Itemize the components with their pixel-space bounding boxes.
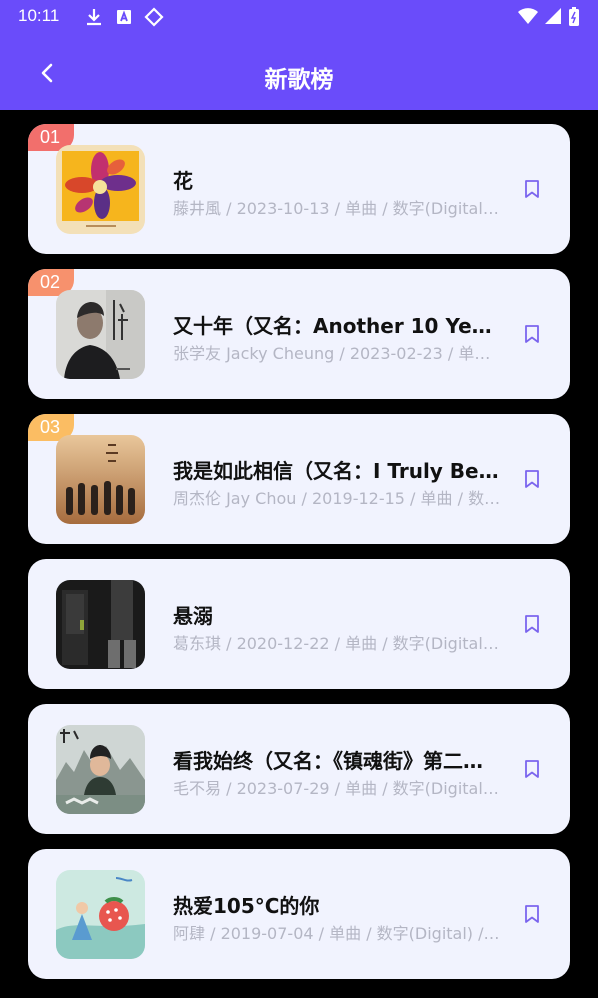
album-cover (56, 435, 145, 524)
bookmark-button[interactable] (520, 611, 544, 637)
a-icon (117, 10, 131, 24)
bookmark-icon (525, 180, 539, 198)
bookmark-icon (525, 760, 539, 778)
bookmark-button[interactable] (520, 901, 544, 927)
song-meta: 藤井風 / 2023-10-13 / 单曲 / 数字(Digital) / 流行 (173, 199, 501, 218)
download-icon (87, 9, 101, 26)
illustration-cover-art (56, 870, 145, 959)
song-title: 花 (173, 169, 193, 193)
song-meta: 阿肆 / 2019-07-04 / 单曲 / 数字(Digital) / 流行 (173, 924, 501, 943)
status-right-icons (518, 7, 580, 27)
bookmark-icon (525, 615, 539, 633)
song-meta: 张学友 Jacky Cheung / 2023-02-23 / 单曲 / 数字(… (173, 344, 501, 363)
song-title: 热爱105°C的你 (173, 894, 320, 918)
song-card-2[interactable]: 02 又十年（又名：Another 10 Years） 张学友 Jacky Ch… (28, 269, 570, 399)
album-cover (56, 290, 145, 379)
album-cover (56, 870, 145, 959)
status-bar: 10:11 (0, 0, 598, 34)
bookmark-button[interactable] (520, 466, 544, 492)
flower-cover-art (56, 145, 145, 234)
song-title: 我是如此相信（又名：I Truly Believe） (173, 459, 501, 483)
album-cover (56, 580, 145, 669)
bookmark-button[interactable] (520, 321, 544, 347)
song-card-5[interactable]: 看我始终（又名：《镇魂街》第二季片尾曲） 毛不易 / 2023-07-29 / … (28, 704, 570, 834)
album-cover (56, 145, 145, 234)
song-title: 又十年（又名：Another 10 Years） (173, 314, 501, 338)
song-meta: 葛东琪 / 2020-12-22 / 单曲 / 数字(Digital) / 流行 (173, 634, 501, 653)
song-meta: 毛不易 / 2023-07-29 / 单曲 / 数字(Digital) / 流行 (173, 779, 501, 798)
song-card-6[interactable]: 热爱105°C的你 阿肆 / 2019-07-04 / 单曲 / 数字(Digi… (28, 849, 570, 979)
wifi-icon (518, 8, 538, 24)
city-cover-art (56, 725, 145, 814)
status-time: 10:11 (18, 6, 60, 25)
tag-icon (144, 7, 164, 27)
battery-icon (569, 7, 579, 26)
song-title: 看我始终（又名：《镇魂街》第二季片尾曲） (173, 749, 501, 773)
song-list: 01 花 藤井風 / 2023-10-13 / 单曲 / 数字(Digital)… (0, 110, 598, 998)
song-card-4[interactable]: 悬溺 葛东琪 / 2020-12-22 / 单曲 / 数字(Digital) /… (28, 559, 570, 689)
song-card-3[interactable]: 03 我是如此相信（又名：I Truly Believe） 周杰伦 Jay Ch… (28, 414, 570, 544)
status-left-icons (84, 7, 164, 27)
bookmark-icon (525, 905, 539, 923)
bookmark-button[interactable] (520, 756, 544, 782)
portrait-cover-art (56, 290, 145, 379)
bookmark-icon (525, 325, 539, 343)
app-bar: 新歌榜 (0, 34, 598, 110)
group-cover-art (56, 435, 145, 524)
page-title: 新歌榜 (264, 67, 334, 93)
bookmark-icon (525, 470, 539, 488)
signal-icon (545, 8, 561, 24)
song-card-1[interactable]: 01 花 藤井風 / 2023-10-13 / 单曲 / 数字(Digital)… (28, 124, 570, 254)
dark-room-cover-art (56, 580, 145, 669)
song-meta: 周杰伦 Jay Chou / 2019-12-15 / 单曲 / 数字(Digi… (173, 489, 501, 508)
bookmark-button[interactable] (520, 176, 544, 202)
song-title: 悬溺 (173, 604, 213, 628)
album-cover (56, 725, 145, 814)
